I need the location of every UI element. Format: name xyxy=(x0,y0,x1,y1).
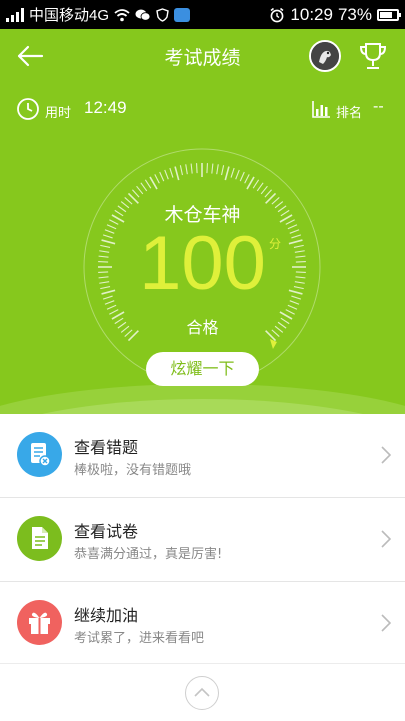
gauge-tick xyxy=(136,185,144,195)
item-title: 查看错题 xyxy=(74,438,139,457)
document-icon xyxy=(17,516,62,561)
gauge-tick xyxy=(211,163,214,174)
status-bar: 中国移动4G 10:29 73% xyxy=(0,0,405,29)
chevron-right-icon xyxy=(381,530,391,548)
gauge-tick xyxy=(239,171,245,182)
gauge-tick xyxy=(185,164,188,175)
gauge-tick xyxy=(169,167,174,178)
app-notification-icon xyxy=(174,7,191,22)
carrier-label: 中国移动4G xyxy=(29,7,110,24)
share-button[interactable]: 炫耀一下 xyxy=(146,352,259,386)
bottom-bar xyxy=(0,663,405,721)
shield-icon xyxy=(156,7,169,22)
item-subtitle: 考试累了，进来看看吧 xyxy=(74,631,205,646)
gauge-tick xyxy=(196,163,198,174)
item-title: 继续加油 xyxy=(74,606,139,625)
gauge-tick xyxy=(174,166,180,181)
wifi-icon xyxy=(114,8,130,21)
gauge-tick xyxy=(264,189,272,198)
score-panel: 考试成绩 用时 12:49 排名 -- 木仓车神 100 分 合格 炫耀一下 xyxy=(0,29,405,414)
gauge-tick xyxy=(206,163,208,174)
gauge-tick xyxy=(224,166,230,181)
scroll-up-button[interactable] xyxy=(185,676,219,710)
chevron-right-icon xyxy=(381,446,391,464)
gauge-tick xyxy=(190,163,193,174)
document-error-icon xyxy=(17,432,62,477)
exam-stats: 用时 12:49 排名 -- xyxy=(0,95,405,125)
pass-status: 合格 xyxy=(186,318,219,337)
user-avatar[interactable] xyxy=(309,40,341,72)
rank-label: 排名 xyxy=(336,106,363,121)
nav-bar: 考试成绩 xyxy=(0,29,405,83)
battery-percent: 73% xyxy=(337,4,372,24)
bar-chart-icon xyxy=(312,101,330,118)
gauge-tick xyxy=(230,167,235,178)
gauge-tick xyxy=(132,189,140,198)
clock-icon xyxy=(17,98,39,120)
gauge-tick xyxy=(235,169,240,180)
list-item-keep-going[interactable]: 继续加油 考试累了，进来看看吧 xyxy=(0,582,405,666)
item-subtitle: 恭喜满分通过，真是厉害! xyxy=(74,547,223,562)
chevron-right-icon xyxy=(381,614,391,632)
gauge-tick xyxy=(252,179,260,189)
gauge-tick xyxy=(256,182,264,192)
gauge-tick xyxy=(164,169,169,180)
item-title: 查看试卷 xyxy=(74,522,139,541)
score-value: 100 xyxy=(139,221,266,306)
chevron-up-icon xyxy=(194,687,210,697)
wechat-icon xyxy=(135,9,151,21)
trophy-icon[interactable] xyxy=(356,39,390,73)
gauge-tick xyxy=(179,165,183,176)
battery-icon xyxy=(377,8,401,21)
gauge-tick xyxy=(216,164,219,175)
gauge-pointer xyxy=(269,338,277,349)
gift-icon xyxy=(17,600,62,645)
action-list: 查看错题 棒极啦，没有错题哦 查看试卷 恭喜满分通过，真是厉害! 继续加油 考试… xyxy=(0,414,405,666)
signal-icon xyxy=(6,7,24,22)
time-value: 12:49 xyxy=(84,98,127,117)
alarm-icon xyxy=(270,7,284,22)
gauge-tick xyxy=(244,174,250,184)
score-unit: 分 xyxy=(269,237,282,251)
gauge-tick xyxy=(144,179,152,189)
gauge-tick xyxy=(159,171,165,182)
list-item-view-paper[interactable]: 查看试卷 恭喜满分通过，真是厉害! xyxy=(0,498,405,582)
gauge-tick xyxy=(149,176,158,190)
clock-time: 10:29 xyxy=(290,4,333,24)
gauge-tick xyxy=(221,165,225,176)
time-label: 用时 xyxy=(45,106,72,121)
item-subtitle: 棒极啦，没有错题哦 xyxy=(74,463,192,478)
gauge-tick xyxy=(246,176,255,190)
status-left: 中国移动4G xyxy=(6,0,191,29)
list-item-wrong-questions[interactable]: 查看错题 棒极啦，没有错题哦 xyxy=(0,414,405,498)
gauge-tick xyxy=(260,185,268,195)
status-right: 10:29 73% xyxy=(269,0,401,29)
gauge-tick xyxy=(154,174,160,184)
gauge-tick xyxy=(140,182,148,192)
rank-value: -- xyxy=(373,98,384,115)
page-title: 考试成绩 xyxy=(164,47,241,69)
